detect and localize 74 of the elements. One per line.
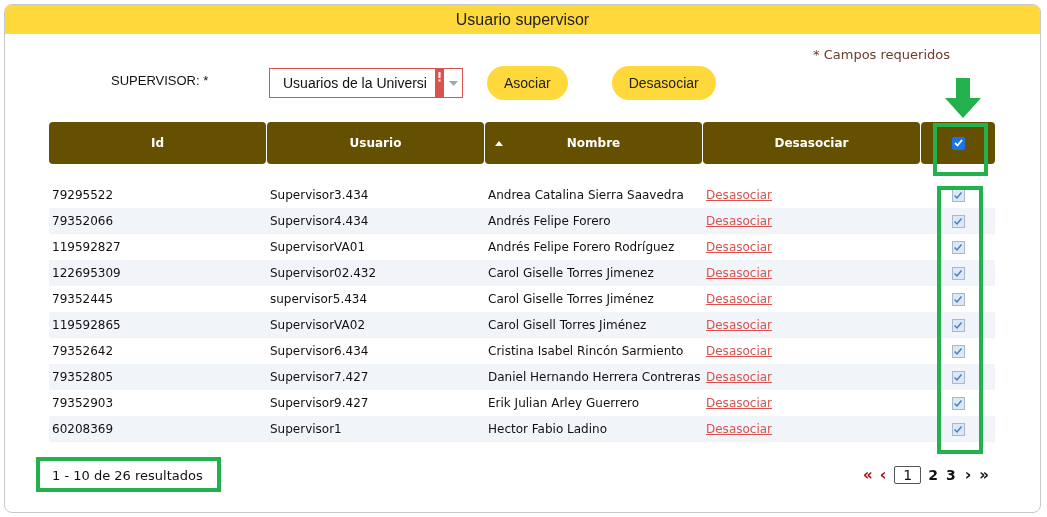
dissociate-link[interactable]: Desasociar xyxy=(706,240,773,254)
table-cell-text: Cristina Isabel Rincón Sarmiento xyxy=(487,344,685,358)
column-label: Desasociar xyxy=(774,136,849,150)
table-cell-text: 60208369 xyxy=(51,422,115,436)
caret-icon xyxy=(448,80,458,86)
table-cell-text: 79352903 xyxy=(51,396,115,410)
next-page-link[interactable]: › xyxy=(964,465,972,484)
table-cell-text: 122695309 xyxy=(51,266,122,280)
table-cell-text: 119592865 xyxy=(51,318,122,332)
associate-button[interactable]: Asociar xyxy=(487,66,568,100)
dissociate-link[interactable]: Desasociar xyxy=(706,266,773,280)
table-cell-text: supervisor5.434 xyxy=(269,292,369,306)
table-cell-text: Carol Gisell Torres Jiménez xyxy=(487,318,648,332)
table-cell-text: 79295522 xyxy=(51,188,115,202)
dissociate-link[interactable]: Desasociar xyxy=(706,344,773,358)
page-link[interactable]: 1 xyxy=(894,465,922,484)
table-cell-text: 79352445 xyxy=(51,292,115,306)
table-cell-text: Supervisor9.427 xyxy=(269,396,370,410)
table-cell-text: SupervisorVA02 xyxy=(269,318,367,332)
column-header[interactable]: Id xyxy=(49,122,266,164)
row-checkbox[interactable] xyxy=(951,292,965,306)
dissociate-link[interactable]: Desasociar xyxy=(706,214,773,228)
page-title: Usuario supervisor xyxy=(5,5,1040,34)
table-cell-text: Andrés Felipe Forero xyxy=(487,214,612,228)
table-cell-text: 79352066 xyxy=(51,214,115,228)
highlight-frame xyxy=(933,123,988,176)
select-all-checkbox[interactable] xyxy=(951,136,965,150)
dissociate-link[interactable]: Desasociar xyxy=(706,370,773,384)
field-label: SUPERVISOR: * xyxy=(111,72,210,88)
page-link[interactable]: 3 xyxy=(944,466,957,483)
row-checkbox[interactable] xyxy=(951,370,965,384)
table-cell-text: Carol Giselle Torres Jiménez xyxy=(487,292,655,306)
column-label: Id xyxy=(150,136,165,150)
table-cell-text: Supervisor6.434 xyxy=(269,344,370,358)
table-cell-text: Andrés Felipe Forero Rodríguez xyxy=(487,240,676,254)
arrow-icon xyxy=(945,78,981,118)
table-cell-text: Supervisor3.434 xyxy=(269,188,370,202)
row-checkbox[interactable] xyxy=(951,266,965,280)
warning-icon xyxy=(435,69,444,97)
table-cell-text: Supervisor4.434 xyxy=(269,214,370,228)
table-cell-text: Erik Julian Arley Guerrero xyxy=(487,396,641,410)
required-note: * Campos requeridos xyxy=(813,47,950,62)
column-header[interactable]: Usuario xyxy=(267,122,484,164)
page-link[interactable]: 2 xyxy=(927,466,939,483)
row-checkbox[interactable] xyxy=(951,344,965,358)
supervisor-select[interactable]: Usuarios de la Universi xyxy=(269,68,463,98)
column-label: Nombre xyxy=(566,136,621,150)
table-cell-text: Daniel Hernando Herrera Contreras xyxy=(487,370,702,384)
row-checkbox[interactable] xyxy=(951,240,965,254)
table-cell-text: 79352805 xyxy=(51,370,115,384)
dissociate-link[interactable]: Desasociar xyxy=(706,318,773,332)
table-cell-text: Hector Fabio Ladino xyxy=(487,422,608,436)
dissociate-button[interactable]: Desasociar xyxy=(611,66,716,100)
column-label: Usuario xyxy=(349,136,402,150)
dissociate-link[interactable]: Desasociar xyxy=(706,188,773,202)
last-page-link[interactable]: » xyxy=(979,465,988,484)
table-cell-text: 119592827 xyxy=(51,240,122,254)
table-cell-text: Supervisor02.432 xyxy=(269,266,378,280)
dissociate-link[interactable]: Desasociar xyxy=(706,396,773,410)
dissociate-link[interactable]: Desasociar xyxy=(706,292,773,306)
table-cell-text: 79352642 xyxy=(51,344,115,358)
table-cell-text: Supervisor1 xyxy=(269,422,343,436)
results-summary: 1 - 10 de 26 resultados xyxy=(52,468,203,483)
table-cell-text: Andrea Catalina Sierra Saavedra xyxy=(487,188,685,202)
row-checkbox[interactable] xyxy=(951,214,965,228)
row-checkbox[interactable] xyxy=(951,318,965,332)
table-cell-text: Carol Giselle Torres Jimenez xyxy=(487,266,655,280)
dissociate-link[interactable]: Desasociar xyxy=(706,422,773,436)
table-cell-text: Supervisor7.427 xyxy=(269,370,370,384)
table-cell-text: SupervisorVA01 xyxy=(269,240,367,254)
row-checkbox[interactable] xyxy=(951,422,965,436)
column-header[interactable]: Nombre xyxy=(485,122,702,164)
row-checkbox[interactable] xyxy=(951,396,965,410)
column-header[interactable]: Desasociar xyxy=(703,122,920,164)
